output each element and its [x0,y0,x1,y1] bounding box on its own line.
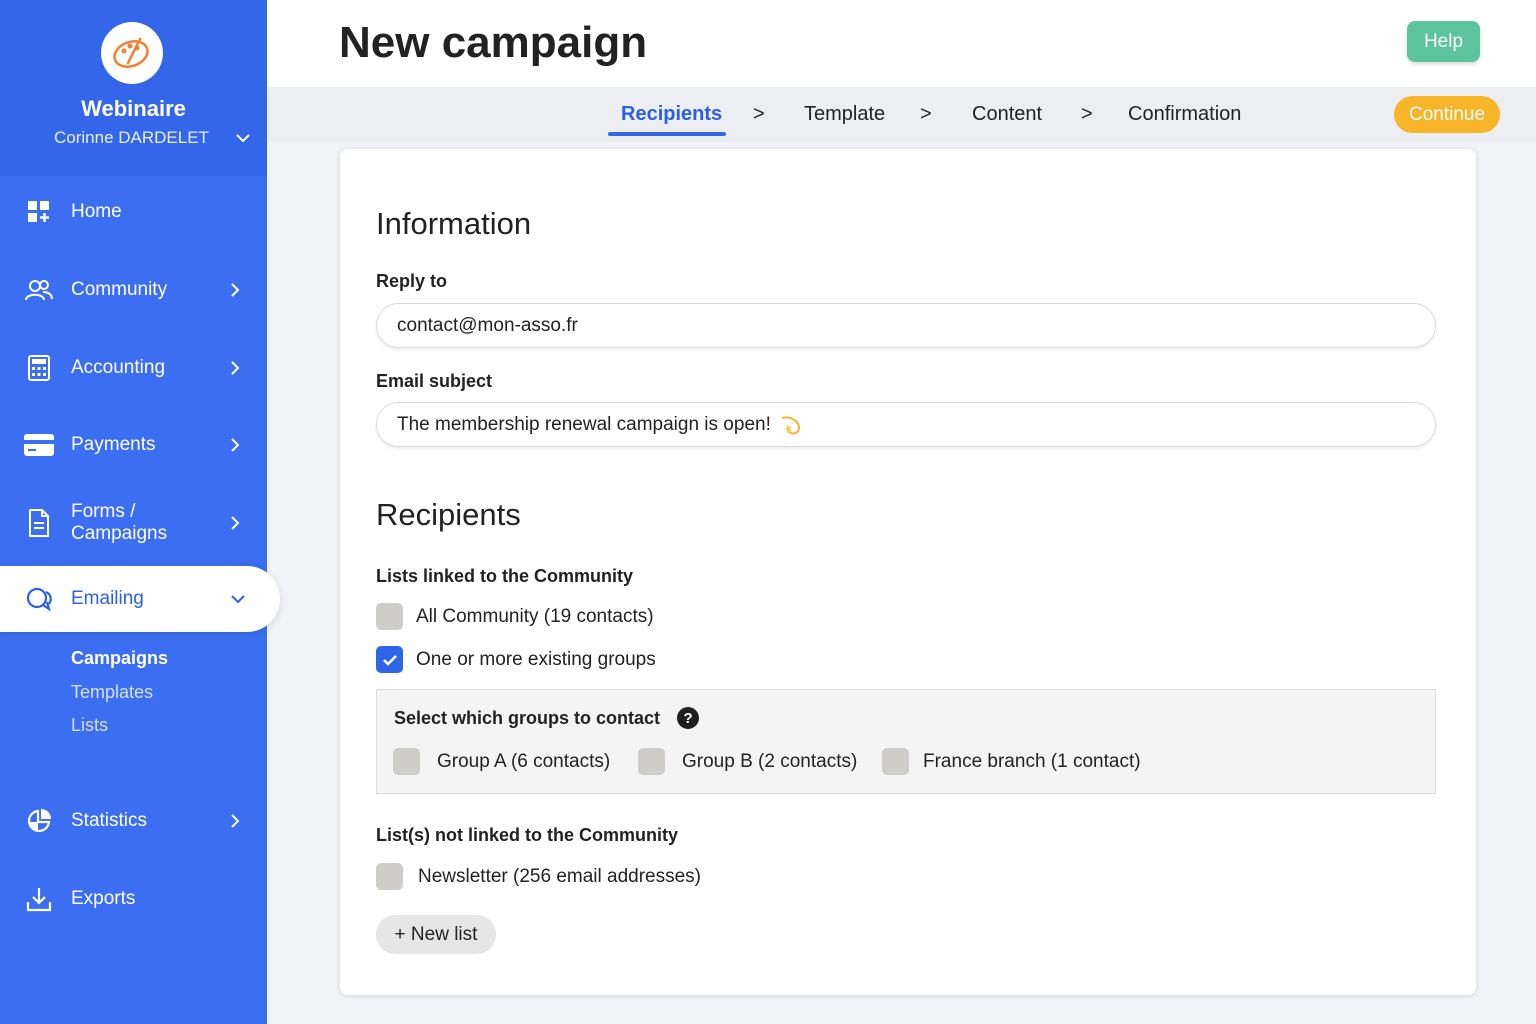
step-recipients[interactable]: Recipients [621,103,722,126]
existing-groups-label: One or more existing groups [416,648,656,670]
sidebar-item-label: Exports [71,888,136,909]
sidebar-item-community[interactable]: Community [0,257,267,323]
users-icon [24,275,54,305]
email-subject-value: The membership renewal campaign is open! [397,413,771,435]
existing-groups-checkbox[interactable] [376,646,403,673]
subnav-item-campaigns[interactable]: Campaigns [71,643,168,677]
user-menu[interactable]: Corinne DARDELET [54,128,254,148]
recipients-heading: Recipients [376,497,521,532]
groups-title-text: Select which groups to contact [394,707,661,728]
chevron-down-icon[interactable] [235,128,251,148]
groups-title: Select which groups to contact ? [394,707,700,729]
sidebar-item-payments[interactable]: Payments [0,412,267,478]
chevron-right-icon [223,360,247,376]
group-option-france[interactable]: France branch (1 contact) [882,748,1141,775]
campaign-form-card: Information Reply to contact@mon-asso.fr… [340,149,1476,995]
dizzy-star-emoji-icon [779,414,803,436]
sidebar-item-forms-campaigns[interactable]: Forms / Campaigns [0,490,267,556]
help-question-icon[interactable]: ? [677,707,700,729]
newsletter-option[interactable]: Newsletter (256 email addresses) [376,863,701,890]
sidebar-item-emailing[interactable]: Emailing [0,566,280,632]
newsletter-checkbox[interactable] [376,863,403,890]
reply-to-input[interactable]: contact@mon-asso.fr [376,303,1436,348]
information-heading: Information [376,206,532,241]
sidebar-item-accounting[interactable]: Accounting [0,335,267,401]
chevron-right-icon [223,282,247,298]
reply-to-label: Reply to [376,271,448,291]
chevron-down-icon [226,594,250,604]
emailing-subnav: Campaigns Templates Lists [71,643,168,744]
calculator-icon [24,353,54,383]
active-step-indicator [608,132,726,136]
linked-lists-label: Lists linked to the Community [376,566,634,586]
all-community-option[interactable]: All Community (19 contacts) [376,603,654,630]
existing-groups-option[interactable]: One or more existing groups [376,646,656,673]
sidebar-item-statistics[interactable]: Statistics [0,788,267,854]
france-branch-checkbox[interactable] [882,748,909,775]
group-option-a[interactable]: Group A (6 contacts) [393,748,610,775]
group-a-label: Group A (6 contacts) [437,750,611,772]
step-separator: > [753,103,765,125]
group-b-label: Group B (2 contacts) [682,750,858,772]
download-icon [24,884,54,914]
step-separator: > [920,103,932,125]
step-confirmation[interactable]: Confirmation [1128,103,1241,126]
sidebar: Webinaire Corinne DARDELET Home Communit… [0,0,280,1024]
sidebar-item-exports[interactable]: Exports [0,866,267,932]
chat-bubbles-icon [24,584,54,614]
sidebar-header: Webinaire Corinne DARDELET [0,0,267,176]
checkmark-icon [382,654,397,666]
email-subject-input[interactable]: The membership renewal campaign is open! [376,402,1436,447]
email-subject-label: Email subject [376,371,493,391]
all-community-label: All Community (19 contacts) [416,605,654,627]
not-linked-lists-label: List(s) not linked to the Community [376,825,678,845]
step-separator: > [1081,103,1093,125]
sidebar-item-home[interactable]: Home [0,179,267,245]
group-option-b[interactable]: Group B (2 contacts) [638,748,857,775]
new-list-button[interactable]: + New list [376,915,496,954]
group-selection-panel: Select which groups to contact ? Group A… [376,689,1436,794]
sidebar-item-label: Accounting [71,357,166,378]
group-a-checkbox[interactable] [393,748,420,775]
sidebar-item-label: Home [71,201,122,222]
stepper: Recipients > Template > Content > Confir… [267,87,1536,142]
subnav-item-lists[interactable]: Lists [71,710,168,744]
dashboard-icon [24,197,54,227]
france-branch-label: France branch (1 contact) [923,750,1141,772]
sidebar-item-label: Community [71,279,168,300]
sidebar-item-label: Statistics [71,810,148,831]
step-template[interactable]: Template [804,103,885,126]
page-title: New campaign [339,18,648,67]
chevron-right-icon [223,515,247,531]
sidebar-item-label: Payments [71,434,156,455]
all-community-checkbox[interactable] [376,603,403,630]
pie-chart-icon [24,806,54,836]
sidebar-item-label: Forms / Campaigns [71,501,168,544]
subnav-item-templates[interactable]: Templates [71,677,168,711]
chevron-right-icon [223,437,247,453]
header: New campaign Help [267,0,1536,87]
step-content[interactable]: Content [972,103,1042,126]
document-icon [24,508,54,538]
reply-to-value: contact@mon-asso.fr [397,314,578,336]
chevron-right-icon [223,813,247,829]
sidebar-item-label: Emailing [71,588,144,609]
help-button[interactable]: Help [1407,21,1480,62]
group-b-checkbox[interactable] [638,748,665,775]
org-name: Webinaire [81,96,186,121]
continue-button[interactable]: Continue [1394,96,1500,133]
newsletter-label: Newsletter (256 email addresses) [418,865,702,887]
credit-card-icon [24,430,54,460]
user-name: Corinne DARDELET [54,128,209,147]
palette-logo-icon[interactable] [101,22,163,84]
